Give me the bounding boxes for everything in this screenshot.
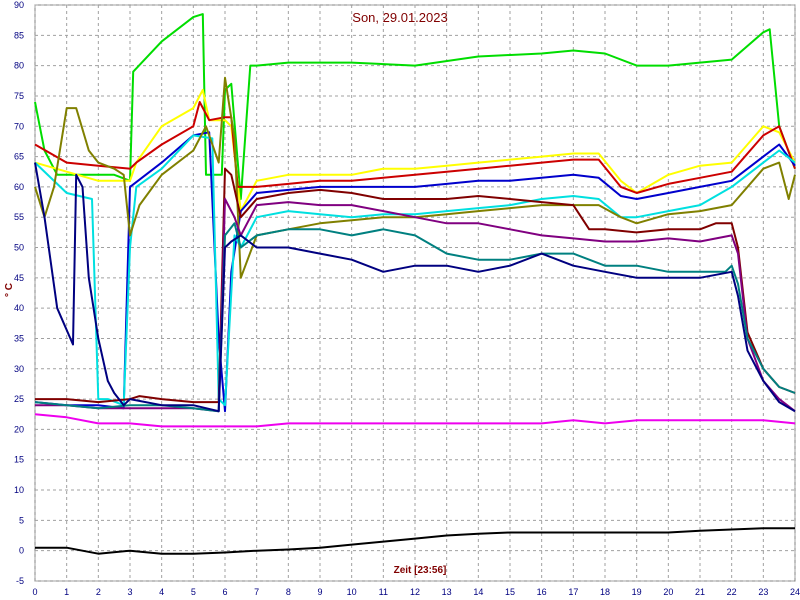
x-tick-label: 10	[347, 587, 357, 597]
x-tick-label: 16	[537, 587, 547, 597]
x-tick-label: 6	[222, 587, 227, 597]
x-tick-label: 20	[663, 587, 673, 597]
y-tick-label: 15	[14, 455, 24, 465]
y-tick-label: 75	[14, 91, 24, 101]
x-tick-label: 1	[64, 587, 69, 597]
y-tick-label: 55	[14, 212, 24, 222]
x-tick-label: 24	[790, 587, 800, 597]
x-tick-label: 21	[695, 587, 705, 597]
chart-title: Son, 29.01.2023	[352, 10, 447, 25]
y-tick-label: 35	[14, 333, 24, 343]
x-tick-label: 14	[473, 587, 483, 597]
x-tick-label: 3	[127, 587, 132, 597]
x-tick-label: 0	[32, 587, 37, 597]
x-tick-label: 5	[191, 587, 196, 597]
x-tick-label: 18	[600, 587, 610, 597]
x-tick-label: 22	[727, 587, 737, 597]
y-tick-label: 65	[14, 152, 24, 162]
y-tick-label: 50	[14, 243, 24, 253]
x-tick-label: 7	[254, 587, 259, 597]
x-tick-label: 2	[96, 587, 101, 597]
y-tick-label: 10	[14, 485, 24, 495]
x-tick-label: 17	[568, 587, 578, 597]
y-tick-label: 30	[14, 364, 24, 374]
y-tick-labels: -5 0 5 10 15 20 25 30 35 40 45 50 55 60 65 70 75 80 85 90	[14, 0, 24, 586]
y-tick-label: 90	[14, 0, 24, 10]
x-tick-label: 19	[632, 587, 642, 597]
y-tick-label: 70	[14, 121, 24, 131]
x-tick-label: 23	[758, 587, 768, 597]
y-tick-label: 20	[14, 424, 24, 434]
y-tick-label: 60	[14, 182, 24, 192]
x-tick-label: 8	[286, 587, 291, 597]
y-tick-label: 80	[14, 61, 24, 71]
y-tick-label: 85	[14, 30, 24, 40]
x-tick-label: 13	[442, 587, 452, 597]
y-tick-label: -5	[16, 576, 24, 586]
x-axis-label: Zeit [23:56]	[394, 565, 447, 576]
line-chart: -5051015202530354045505560657075808590 0…	[4, 0, 800, 597]
y-tick-label: 25	[14, 394, 24, 404]
chart-container: -5 0 5 10 15 20 25 30 35 40 45 50 55 60 65 70 75 80 85 90 0…	[0, 0, 800, 600]
y-tick-label: 40	[14, 303, 24, 313]
y-axis-label: ° C	[4, 283, 15, 297]
y-tick-label: 0	[19, 546, 24, 556]
y-tick-label: 45	[14, 273, 24, 283]
x-tick-label: 12	[410, 587, 420, 597]
x-tick-label: 15	[505, 587, 515, 597]
x-tick-label: 4	[159, 587, 164, 597]
x-tick-label: 11	[379, 587, 388, 597]
x-tick-label: 9	[317, 587, 322, 597]
x-tick-labels: 0 1 2 3 4 5 6 7 8 9 10 11 12 13 14 15 16 17 18 19 20 21 22 23 24	[32, 587, 800, 597]
y-tick-label: 5	[19, 515, 24, 525]
